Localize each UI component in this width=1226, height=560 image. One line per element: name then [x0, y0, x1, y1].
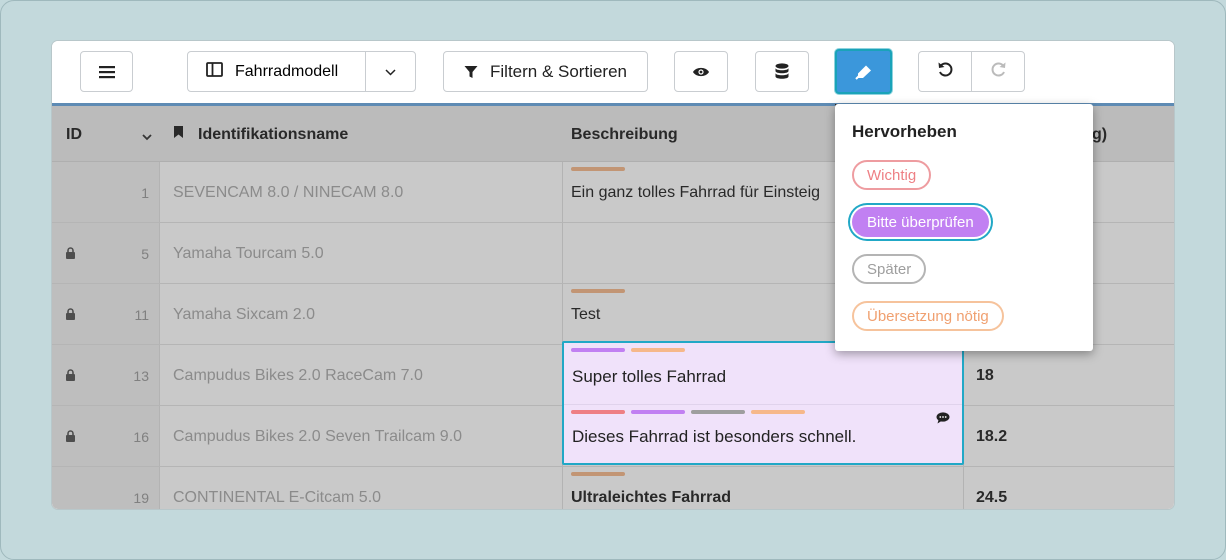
comment-icon[interactable]	[936, 409, 950, 429]
filter-icon	[464, 65, 478, 79]
chevron-down-icon	[385, 63, 396, 81]
description-line-1[interactable]: Super tolles Fahrrad	[572, 367, 726, 387]
chip-later[interactable]: Später	[852, 254, 927, 284]
visibility-button[interactable]	[674, 51, 728, 92]
hamburger-icon	[98, 65, 115, 79]
menu-button[interactable]	[80, 51, 133, 92]
redo-button[interactable]	[972, 52, 1024, 91]
view-label: Fahrradmodell	[235, 62, 339, 80]
menu-title: Hervorheben	[852, 122, 957, 141]
undo-button[interactable]	[919, 52, 971, 91]
view-button[interactable]: Fahrradmodell	[188, 52, 365, 91]
highlight-marker-later	[691, 410, 745, 414]
redo-icon	[990, 61, 1007, 83]
description-edit-cell[interactable]: Super tolles Fahrrad Dieses Fahrrad ist …	[562, 341, 964, 465]
chip-review[interactable]: Bitte überprüfen	[852, 207, 989, 237]
highlight-marker-review	[631, 410, 685, 414]
chip-important[interactable]: Wichtig	[852, 160, 932, 190]
chip-translation[interactable]: Übersetzung nötig	[852, 301, 1004, 331]
highlight-menu: Hervorheben Wichtig Bitte überprüfen Spä…	[835, 104, 1093, 351]
undo-icon	[937, 61, 954, 83]
description-line-2[interactable]: Dieses Fahrrad ist besonders schnell.	[572, 427, 856, 447]
highlight-marker-review	[571, 348, 625, 352]
filter-sort-button[interactable]: Filtern & Sortieren	[443, 51, 648, 92]
history-group	[918, 51, 1025, 92]
view-dropdown-button[interactable]	[366, 52, 415, 91]
view-selector: Fahrradmodell	[187, 51, 416, 92]
table-columns-icon	[206, 61, 223, 82]
database-icon	[775, 63, 789, 80]
toolbar: Fahrradmodell Filtern & Sortieren	[52, 41, 1174, 106]
highlighter-icon	[854, 64, 873, 80]
highlight-marker-translation	[631, 348, 685, 352]
highlight-marker-important	[571, 410, 625, 414]
filter-sort-label: Filtern & Sortieren	[490, 61, 627, 81]
divider	[564, 404, 962, 405]
highlight-button[interactable]	[835, 49, 892, 94]
highlight-marker-translation	[751, 410, 805, 414]
database-button[interactable]	[755, 51, 809, 92]
eye-icon	[692, 66, 710, 78]
